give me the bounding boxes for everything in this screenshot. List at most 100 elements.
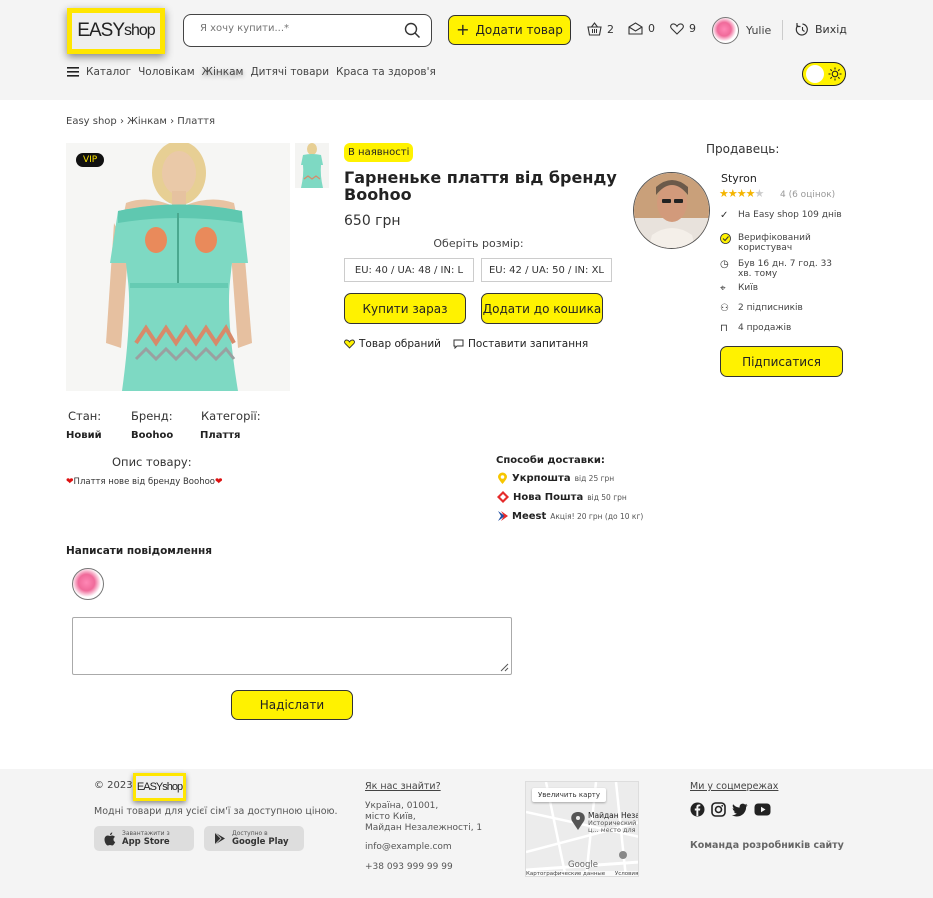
- logo-main: EASY: [77, 20, 125, 41]
- favorite-toggle[interactable]: Товар обраний: [344, 338, 441, 350]
- send-message-button[interactable]: Надіслати: [231, 690, 353, 720]
- delivery-ukrposhta: Укрпошта від 25 грн: [497, 472, 614, 485]
- address-line: Україна, 01001,: [365, 801, 439, 811]
- footer-copyright: © 2023: [94, 780, 133, 791]
- delivery-heading: Способи доставки:: [496, 455, 605, 466]
- seller-heading: Продавець:: [706, 142, 780, 156]
- favorite-label: Товар обраний: [359, 338, 441, 350]
- logout-icon: [795, 23, 808, 36]
- category-label: Категорії:: [201, 409, 261, 423]
- size-label: Оберіть розмір:: [433, 237, 524, 250]
- seller-info-followers: ⚇ 2 підписників: [720, 303, 803, 314]
- facebook-icon[interactable]: [690, 802, 705, 817]
- username[interactable]: Yulie: [746, 24, 771, 37]
- instagram-icon[interactable]: [711, 802, 726, 817]
- product-main-image[interactable]: [66, 143, 290, 391]
- add-to-cart-button[interactable]: Додати до кошика: [481, 293, 603, 324]
- users-icon: ⚇: [720, 303, 729, 314]
- footer-phone[interactable]: +38 093 999 99 99: [365, 862, 453, 873]
- menu-icon[interactable]: [67, 67, 79, 77]
- breadcrumb[interactable]: Easy shop › Жінкам › Плаття: [66, 116, 215, 127]
- search-input[interactable]: [200, 23, 400, 34]
- google-play-icon: [214, 832, 225, 845]
- ask-question-link[interactable]: Поставити запитання: [453, 338, 588, 350]
- seller-photo[interactable]: [633, 172, 710, 249]
- seller-rating-count: 4 (6 оцінок): [780, 190, 836, 200]
- clock-icon: ◷: [720, 259, 729, 270]
- message-avatar: [72, 568, 104, 600]
- location-map[interactable]: Увеличить карту Майдан Незал... Историче…: [525, 781, 639, 877]
- delivery-note: Акція! 20 грн (до 10 кг): [550, 511, 644, 521]
- verified-badge-icon: [720, 233, 732, 247]
- size-option-xl[interactable]: EU: 42 / UA: 50 / IN: XL: [481, 258, 612, 282]
- category-value[interactable]: Плаття: [200, 430, 240, 441]
- user-avatar[interactable]: [712, 17, 739, 44]
- nav-item-women[interactable]: Жінкам: [202, 66, 244, 78]
- size-option-l[interactable]: EU: 40 / UA: 48 / IN: L: [344, 258, 474, 282]
- footer-logo[interactable]: EASYshop: [133, 773, 186, 801]
- map-terms-link[interactable]: Условия: [615, 871, 638, 876]
- main-nav: Каталог Чоловікам Жінкам Дитячі товари К…: [67, 66, 436, 78]
- toggle-knob: [806, 65, 824, 83]
- dress-photo: [66, 143, 290, 391]
- nav-item-kids[interactable]: Дитячі товари: [250, 66, 329, 78]
- google-play-label: Google Play: [232, 837, 289, 847]
- logo-sub: shop: [124, 22, 156, 39]
- theme-toggle[interactable]: [802, 62, 846, 86]
- seller-verified-text: Верифікований користувач: [738, 233, 811, 253]
- in-stock-badge: В наявності: [344, 143, 414, 162]
- youtube-icon[interactable]: [754, 803, 771, 816]
- seller-city-text: Київ: [738, 283, 759, 293]
- logout-link[interactable]: Вихід: [795, 22, 847, 37]
- buy-now-button[interactable]: Купити зараз: [344, 293, 466, 324]
- dev-team-link[interactable]: Команда розробників сайту: [690, 840, 844, 851]
- add-product-button[interactable]: + Додати товар: [448, 15, 571, 45]
- twitter-icon[interactable]: [732, 803, 748, 817]
- star-empty-icon: ★: [754, 187, 765, 200]
- app-store-button[interactable]: Завантажити з App Store: [94, 826, 194, 851]
- site-logo[interactable]: EASY shop: [67, 8, 165, 54]
- bag-icon: ⊓: [720, 323, 728, 334]
- brand-value[interactable]: Boohoo: [131, 430, 173, 441]
- resize-handle-icon[interactable]: [500, 663, 509, 672]
- footer-address: Україна, 01001, місто Київ, Майдан Незал…: [365, 801, 482, 834]
- map-place-title: Майдан Незал...: [588, 811, 639, 820]
- cart-counter[interactable]: 2: [587, 22, 614, 36]
- nova-poshta-icon: [497, 491, 509, 503]
- seller-rating-stars: ★★★★★: [719, 187, 765, 200]
- nav-item-men[interactable]: Чоловікам: [138, 66, 195, 78]
- add-product-label: Додати товар: [475, 23, 563, 37]
- logout-label: Вихід: [815, 23, 847, 36]
- app-store-label: App Store: [122, 837, 170, 847]
- subscribe-button[interactable]: Підписатися: [720, 346, 843, 377]
- vip-badge: VIP: [76, 153, 105, 167]
- nav-item-catalog[interactable]: Каталог: [86, 66, 131, 78]
- favorites-counter[interactable]: 9: [670, 22, 696, 35]
- footer-email[interactable]: info@example.com: [365, 842, 452, 853]
- seller-info-city: ⌖ Київ: [720, 283, 758, 294]
- envelope-icon: [628, 22, 643, 35]
- social-heading: Ми у соцмережах: [690, 781, 779, 792]
- delivery-name: Нова Пошта: [513, 491, 584, 503]
- check-icon: ✓: [720, 210, 729, 221]
- google-play-button[interactable]: Доступно в Google Play: [204, 826, 304, 851]
- delivery-name: Meest: [512, 510, 547, 522]
- footer-tagline: Модні товари для усієї сім'ї за доступно…: [94, 806, 338, 817]
- delivery-note: від 50 грн: [587, 492, 627, 502]
- map-enlarge-button[interactable]: Увеличить карту: [532, 788, 607, 802]
- message-heading: Написати повідомлення: [66, 545, 212, 557]
- address-line: Майдан Незалежності, 1: [365, 823, 483, 833]
- search-box[interactable]: [183, 14, 432, 47]
- seller-name[interactable]: Styron: [721, 172, 757, 185]
- search-icon[interactable]: [404, 22, 421, 39]
- message-textarea[interactable]: [72, 617, 512, 675]
- find-us-heading[interactable]: Як нас знайти?: [365, 781, 441, 792]
- app-store-small: Завантажити з: [122, 830, 170, 837]
- product-thumbnail[interactable]: [295, 143, 329, 188]
- nav-item-beauty[interactable]: Краса та здоров'я: [336, 66, 436, 78]
- messages-counter[interactable]: 0: [628, 22, 655, 35]
- address-line: місто Київ,: [365, 812, 416, 822]
- star-icon: ★: [719, 187, 729, 200]
- ukrposhta-icon: [498, 472, 507, 484]
- delivery-name: Укрпошта: [512, 473, 571, 484]
